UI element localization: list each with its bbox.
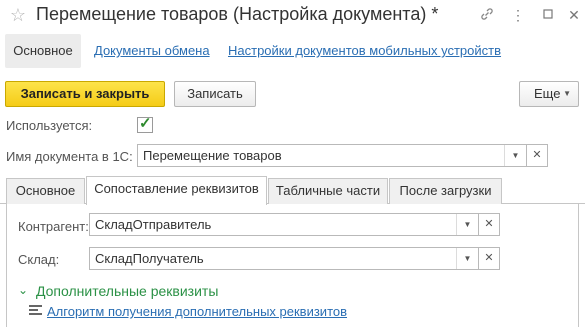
counterparty-value: СкладОтправитель [95,217,212,232]
warehouse-value: СкладПолучатель [95,251,204,266]
used-label: Используется: [6,118,93,133]
tab-main[interactable]: Основное [6,178,85,204]
save-and-close-button[interactable]: Записать и закрыть [5,81,165,107]
collapse-chevron-icon[interactable]: ⌄ [18,283,28,297]
doc-name-label: Имя документа в 1С: [6,149,133,164]
nav-main[interactable]: Основное [5,34,81,68]
used-checkbox[interactable]: ✓ [137,115,153,133]
more-button[interactable]: Еще ▼ [519,81,579,107]
counterparty-label: Контрагент: [18,219,89,234]
more-button-label: Еще [534,86,561,101]
warehouse-label: Склад: [18,252,60,267]
dropdown-arrow-icon: ▼ [563,89,571,98]
tab-after-load[interactable]: После загрузки [389,178,502,204]
tab-table-parts[interactable]: Табличные части [268,178,388,204]
group-title[interactable]: Дополнительные реквизиты [36,283,218,299]
tab-mapping[interactable]: Сопоставление реквизитов [86,176,267,205]
close-icon[interactable]: ✕ [565,6,583,24]
more-icon[interactable]: ⋮ [509,6,527,24]
nav-link-exchange-documents[interactable]: Документы обмена [94,34,210,68]
chevron-down-icon[interactable]: ▼ [456,248,478,269]
star-icon[interactable]: ☆ [8,5,28,25]
chevron-down-icon[interactable]: ▼ [504,145,526,166]
counterparty-field[interactable]: СкладОтправитель ▼ [89,213,479,236]
save-button[interactable]: Записать [174,81,256,107]
doc-name-value: Перемещение товаров [143,148,282,163]
tab-bar: Основное Сопоставление реквизитов Таблич… [0,176,585,205]
link-icon[interactable] [478,6,496,24]
form-navigation: Основное Документы обмена Настройки доку… [0,34,585,68]
chevron-down-icon[interactable]: ▼ [456,214,478,235]
window-title: Перемещение товаров (Настройка документа… [36,4,439,24]
checkmark-icon: ✓ [139,115,152,132]
warehouse-field[interactable]: СкладПолучатель ▼ [89,247,479,270]
maximize-icon[interactable] [539,6,557,24]
doc-name-clear-button[interactable]: ✕ [526,144,548,167]
algorithm-link[interactable]: Алгоритм получения дополнительных реквиз… [47,304,347,319]
doc-name-field[interactable]: Перемещение товаров ▼ [137,144,527,167]
list-icon [29,305,42,317]
counterparty-clear-button[interactable]: ✕ [478,213,500,236]
title-bar: ☆ Перемещение товаров (Настройка докумен… [0,0,585,30]
warehouse-clear-button[interactable]: ✕ [478,247,500,270]
nav-link-mobile-settings[interactable]: Настройки документов мобильных устройств [228,34,501,68]
